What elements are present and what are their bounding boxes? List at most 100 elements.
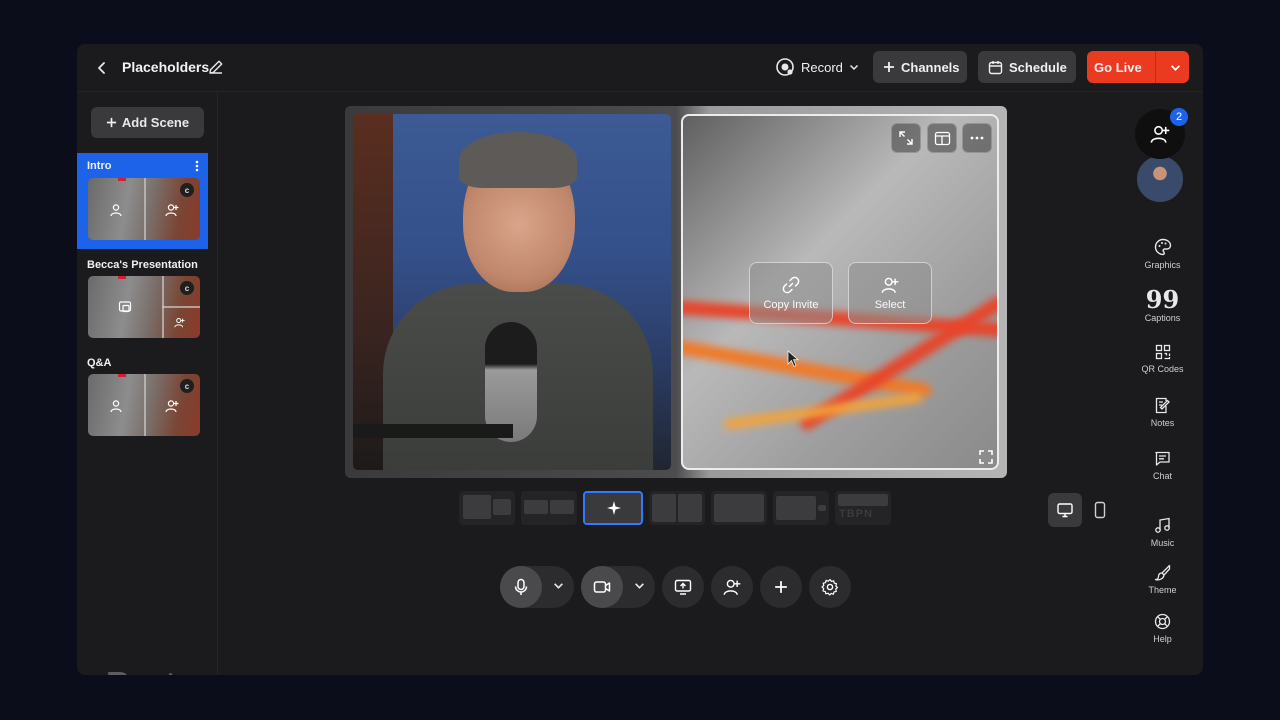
more-button[interactable]	[962, 123, 992, 153]
layout-option[interactable]	[773, 491, 829, 525]
layout-block	[838, 494, 888, 506]
person-add-icon	[881, 277, 899, 293]
studio-window: Placeholders Record Channels Schedule Go…	[77, 44, 1203, 675]
scene-intro[interactable]: Intro c	[77, 153, 208, 249]
scene-beccas-presentation[interactable]: Becca's Presentation c	[77, 252, 208, 348]
record-label: Record	[801, 59, 843, 75]
host-video[interactable]	[353, 114, 671, 470]
qr-codes-label: QR Codes	[1141, 364, 1184, 374]
back-button[interactable]	[91, 57, 113, 79]
scene-badge: c	[180, 281, 194, 295]
captions-tool[interactable]: 99 Captions	[1122, 288, 1203, 324]
person-add-icon	[1150, 125, 1170, 143]
layout-option[interactable]: TBPN	[835, 491, 891, 525]
layout-block	[524, 500, 548, 514]
layout-options-button[interactable]	[927, 123, 957, 153]
add-scene-label: Add Scene	[121, 115, 190, 130]
layout-option[interactable]	[521, 491, 577, 525]
scene-thumbnail: c	[88, 276, 200, 338]
scene-label: Intro	[87, 160, 112, 172]
record-button[interactable]: Record	[765, 51, 869, 83]
theme-label: Theme	[1148, 585, 1177, 595]
avatar[interactable]	[1135, 154, 1185, 204]
music-note-icon	[1155, 517, 1170, 533]
thumbnail-accent	[118, 374, 126, 377]
channels-button[interactable]: Channels	[873, 51, 967, 83]
layout-block	[776, 496, 816, 520]
layout-block	[818, 505, 826, 511]
copy-invite-button[interactable]: Copy Invite	[749, 262, 833, 324]
mouse-cursor-icon	[787, 350, 799, 368]
notes-icon	[1155, 397, 1170, 414]
go-live-button[interactable]: Go Live	[1087, 51, 1189, 83]
stage-canvas: Copy Invite Select	[345, 106, 1007, 478]
go-live-separator	[1154, 51, 1156, 83]
person-add-icon	[174, 318, 185, 328]
control-bar	[77, 566, 1203, 608]
settings-button[interactable]	[809, 566, 851, 608]
layout-option[interactable]	[649, 491, 705, 525]
scene-badge: c	[180, 183, 194, 197]
chevron-down-icon[interactable]	[553, 580, 564, 591]
mobile-view-button[interactable]	[1083, 493, 1117, 527]
layout-option[interactable]	[711, 491, 767, 525]
thumbnail-accent	[118, 178, 126, 181]
go-live-dropdown[interactable]	[1162, 62, 1189, 73]
pencil-icon[interactable]	[207, 58, 225, 76]
select-label: Select	[874, 298, 906, 311]
add-source-button[interactable]	[760, 566, 802, 608]
thumbnail-divider	[144, 374, 146, 436]
share-screen-button[interactable]	[662, 566, 704, 608]
music-tool[interactable]: Music	[1122, 517, 1203, 548]
guest-placeholder[interactable]: Copy Invite Select	[681, 114, 999, 470]
plus-icon	[775, 581, 787, 593]
chevron-left-icon	[98, 62, 105, 74]
microphone-control[interactable]	[500, 566, 574, 608]
chat-tool[interactable]: Chat	[1122, 450, 1203, 481]
screen-share-icon	[674, 579, 692, 595]
chat-icon	[1155, 451, 1170, 466]
graphics-tool[interactable]: Graphics	[1122, 238, 1203, 270]
chevron-down-icon[interactable]	[634, 580, 645, 591]
fullscreen-icon[interactable]	[979, 450, 993, 464]
invite-guest-button[interactable]	[711, 566, 753, 608]
graphics-label: Graphics	[1144, 260, 1181, 270]
help-label: Help	[1153, 634, 1172, 644]
microphone-icon	[514, 578, 528, 595]
select-guest-button[interactable]: Select	[848, 262, 932, 324]
notes-tool[interactable]: Notes	[1122, 397, 1203, 428]
help-tool[interactable]: Help	[1122, 613, 1203, 644]
scene-thumbnail: c	[88, 374, 200, 436]
scene-badge: c	[180, 379, 194, 393]
scene-qa[interactable]: Q&A c	[77, 350, 208, 446]
schedule-button[interactable]: Schedule	[978, 51, 1076, 83]
camera-button[interactable]	[581, 566, 623, 608]
scene-label: Becca's Presentation	[87, 259, 198, 271]
channels-label: Channels	[901, 59, 960, 75]
participant-count-badge: 2	[1170, 108, 1188, 126]
person-add-icon	[165, 400, 179, 413]
thumbnail-divider	[162, 306, 200, 308]
video-mic-arm	[353, 424, 513, 438]
add-scene-button[interactable]: Add Scene	[91, 107, 204, 138]
qr-codes-tool[interactable]: QR Codes	[1122, 344, 1203, 374]
desktop-icon	[1057, 503, 1073, 518]
right-toolbar: 2 Graphics 99 Captions QR Codes Notes Ch…	[1122, 92, 1203, 675]
layout-block	[652, 494, 676, 522]
mobile-icon	[1094, 501, 1106, 519]
chat-label: Chat	[1152, 471, 1172, 481]
person-add-icon	[723, 579, 741, 595]
microphone-button[interactable]	[500, 566, 542, 608]
video-person-cap	[459, 132, 577, 188]
theme-tool[interactable]: Theme	[1122, 564, 1203, 595]
copy-invite-label: Copy Invite	[763, 298, 819, 311]
expand-button[interactable]	[891, 123, 921, 153]
layout-option-selected[interactable]	[583, 491, 643, 525]
more-vertical-icon[interactable]	[194, 159, 200, 173]
camera-control[interactable]	[581, 566, 655, 608]
desktop-view-button[interactable]	[1048, 493, 1082, 527]
plus-icon	[884, 62, 894, 72]
layout-option[interactable]	[459, 491, 515, 525]
layout-block	[714, 494, 764, 522]
lifebuoy-icon	[1154, 613, 1171, 630]
